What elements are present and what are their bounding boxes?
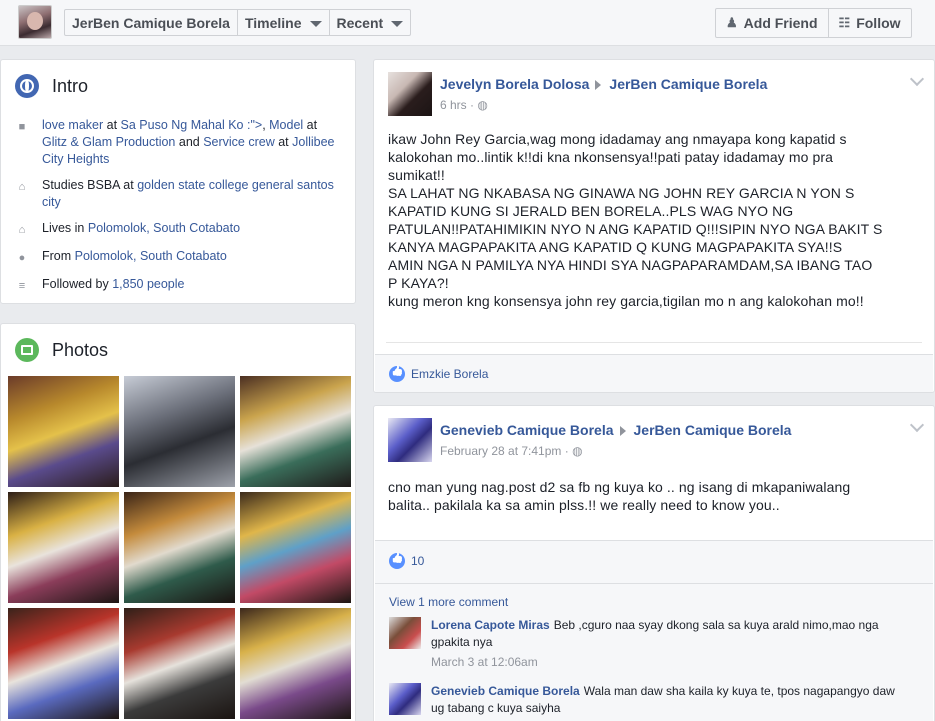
timeline-post: Jevelyn Borela Dolosa JerBen Camique Bore…	[373, 59, 935, 393]
comment: Genevieb Camique Borela Wala man daw sha …	[389, 683, 911, 717]
intro-education: ⌂ Studies BSBA at golden state college g…	[15, 177, 345, 211]
profile-avatar[interactable]	[18, 5, 52, 39]
photos-header: Photos	[15, 338, 108, 362]
globe-icon: ◍	[477, 98, 488, 112]
followers-link[interactable]: 1,850 people	[112, 277, 184, 291]
author-link[interactable]: Genevieb Camique Borela	[440, 422, 614, 438]
intro-lives: ⌂ Lives in Polomolok, South Cotabato	[15, 220, 345, 239]
globe-icon	[15, 74, 39, 98]
likes-summary[interactable]: 10	[389, 553, 424, 569]
work-role-link[interactable]: Service crew	[203, 135, 275, 149]
intro-followers: ≡ Followed by 1,850 people	[15, 276, 345, 295]
intro-from: ● From Polomolok, South Cotabato	[15, 248, 345, 267]
intro-work: ■ love maker at Sa Puso Ng Mahal Ko :">,…	[15, 117, 345, 168]
photo-thumbnail[interactable]	[240, 492, 351, 603]
intro-title: Intro	[52, 75, 89, 96]
author-avatar[interactable]	[388, 418, 432, 462]
divider	[375, 583, 933, 584]
photo-icon	[15, 338, 39, 362]
post-meta: February 28 at 7:41pm · ◍	[440, 444, 583, 458]
author-link[interactable]: Jevelyn Borela Dolosa	[440, 76, 589, 92]
work-place-link[interactable]: Glitz & Glam Production	[42, 135, 175, 149]
chevron-down-icon	[309, 20, 322, 27]
work-role-link[interactable]: Model	[269, 118, 303, 132]
commenter-name-link[interactable]: Genevieb Camique Borela	[431, 684, 580, 698]
view-more-comments-link[interactable]: View 1 more comment	[389, 595, 508, 609]
photo-thumbnail[interactable]	[124, 608, 235, 719]
photo-thumbnail[interactable]	[240, 376, 351, 487]
post-header: Jevelyn Borela Dolosa JerBen Camique Bore…	[440, 76, 767, 92]
commenter-name-link[interactable]: Lorena Capote Miras	[431, 618, 550, 632]
briefcase-icon: ■	[18, 121, 26, 133]
photo-thumbnail[interactable]	[124, 376, 235, 487]
reactions-section: 10 View 1 more comment Lorena Capote Mir…	[375, 540, 933, 721]
profile-actions: ♟ Add Friend ☷ Follow	[715, 8, 912, 38]
post-body: ikaw John Rey Garcia,wag mong idadamay a…	[388, 131, 883, 309]
work-role-link[interactable]: love maker	[42, 118, 103, 132]
intro-card: Intro ■ love maker at Sa Puso Ng Mahal K…	[0, 59, 356, 304]
comment: Lorena Capote Miras Beb ,cguro naa syay d…	[389, 617, 911, 669]
commenter-avatar[interactable]	[389, 617, 421, 649]
photos-card: Photos	[0, 323, 356, 721]
hometown-link[interactable]: Polomolok, South Cotabato	[75, 249, 227, 263]
photo-thumbnail[interactable]	[8, 608, 119, 719]
location-pin-icon: ●	[18, 252, 26, 264]
follow-button[interactable]: ☷ Follow	[829, 9, 911, 37]
intro-header: Intro	[15, 74, 88, 98]
add-friend-icon: ♟	[726, 15, 738, 30]
photo-thumbnail[interactable]	[8, 376, 119, 487]
photo-thumbnail[interactable]	[124, 492, 235, 603]
school-icon: ⌂	[18, 181, 26, 193]
post-timestamp[interactable]: 6 hrs	[440, 98, 467, 112]
target-link[interactable]: JerBen Camique Borela	[634, 422, 792, 438]
photo-thumbnail[interactable]	[240, 608, 351, 719]
post-options-icon[interactable]	[909, 71, 925, 87]
profile-nav: JerBen Camique Borela Timeline Recent	[64, 9, 412, 36]
author-avatar[interactable]	[388, 72, 432, 116]
divider	[386, 342, 922, 343]
arrow-right-icon	[619, 426, 626, 437]
globe-icon: ◍	[572, 444, 583, 458]
timeline-post: Genevieb Camique Borela JerBen Camique Bo…	[373, 405, 935, 721]
profile-name-link[interactable]: JerBen Camique Borela	[65, 10, 238, 35]
post-header: Genevieb Camique Borela JerBen Camique Bo…	[440, 422, 791, 438]
post-options-icon[interactable]	[909, 417, 925, 433]
home-icon: ⌂	[18, 224, 26, 236]
intro-list: ■ love maker at Sa Puso Ng Mahal Ko :">,…	[15, 117, 345, 304]
likes-summary[interactable]: Emzkie Borela	[389, 366, 488, 382]
comment-timestamp[interactable]: March 3 at 12:06am	[431, 655, 911, 669]
lives-link[interactable]: Polomolok, South Cotabato	[88, 221, 240, 235]
photos-title: Photos	[52, 339, 109, 360]
timeline-dropdown[interactable]: Timeline	[238, 10, 330, 35]
commenter-avatar[interactable]	[389, 683, 421, 715]
work-place-link[interactable]: Sa Puso Ng Mahal Ko :">	[121, 118, 263, 132]
post-body: cno man yung nag.post d2 sa fb ng kuya k…	[388, 479, 851, 513]
post-meta: 6 hrs · ◍	[440, 98, 488, 112]
reactions-bar: Emzkie Borela	[375, 354, 933, 392]
arrow-right-icon	[595, 80, 602, 91]
photo-thumbnail[interactable]	[8, 492, 119, 603]
rss-icon: ≡	[18, 280, 26, 292]
profile-top-bar: JerBen Camique Borela Timeline Recent ♟ A…	[0, 0, 935, 46]
rss-icon: ☷	[838, 15, 851, 30]
target-link[interactable]: JerBen Camique Borela	[609, 76, 767, 92]
like-icon	[389, 366, 405, 382]
post-timestamp[interactable]: February 28 at 7:41pm	[440, 444, 561, 458]
add-friend-button[interactable]: ♟ Add Friend	[716, 9, 829, 37]
like-icon	[389, 553, 405, 569]
recent-dropdown[interactable]: Recent	[330, 10, 411, 35]
chevron-down-icon	[391, 20, 404, 27]
